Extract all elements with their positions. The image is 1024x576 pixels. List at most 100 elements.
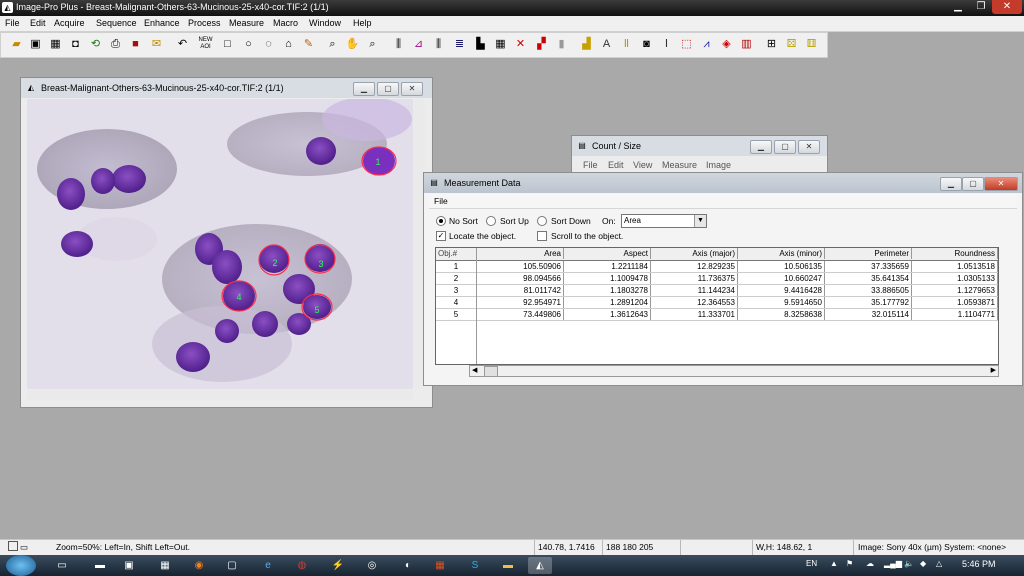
open-icon[interactable]: ▰ [9, 37, 24, 52]
status-checkbox[interactable] [8, 541, 18, 551]
measurement-minimize-button[interactable]: ▁ [940, 177, 962, 191]
winamp-icon[interactable]: ⚡ [326, 557, 350, 574]
table-icon[interactable]: ▙ [473, 37, 488, 52]
count-menu-measure[interactable]: Measure [662, 160, 697, 170]
menu-macro[interactable]: Macro [273, 18, 298, 28]
no-sort-radio[interactable] [436, 216, 446, 226]
histogram-icon[interactable]: ⫼ [391, 37, 406, 52]
image-pro-plus-task-icon[interactable]: ◭ [528, 557, 552, 574]
measurement-close-button[interactable]: ✕ [984, 177, 1018, 191]
line-profile-icon[interactable]: ⊿ [411, 37, 426, 52]
pencil-icon[interactable]: ✎ [301, 37, 316, 52]
flag-icon[interactable]: ⚑ [846, 559, 853, 568]
camera-icon[interactable]: ◘ [68, 37, 83, 52]
arrow-up-icon[interactable]: ▲ [830, 559, 838, 568]
cloud-icon[interactable]: ☁ [866, 559, 874, 568]
image-minimize-button[interactable]: ▁ [353, 82, 375, 96]
image-close-button[interactable]: ✕ [401, 82, 423, 96]
count-minimize-button[interactable]: ▁ [750, 140, 772, 154]
zoom-icon[interactable]: ⌕ [325, 37, 340, 52]
window-icon[interactable]: ▬ [88, 557, 112, 574]
color-icon[interactable]: ▞ [534, 37, 549, 52]
drive-icon[interactable]: △ [936, 559, 942, 568]
measurement-maximize-button[interactable]: ▢ [962, 177, 984, 191]
menu-edit[interactable]: Edit [30, 18, 46, 28]
language-indicator[interactable]: EN [806, 559, 817, 568]
bar-icon[interactable]: ⫼ [431, 37, 446, 52]
network-icon[interactable]: ▣ [117, 557, 141, 574]
volume-icon[interactable]: 🔈 [904, 559, 914, 568]
print-icon[interactable]: ⎙ [108, 37, 123, 52]
moon-icon[interactable]: ◐ [396, 557, 420, 574]
image-horizontal-scrollbar[interactable] [27, 390, 413, 400]
dice-icon[interactable]: ⚄ [784, 37, 799, 52]
scroll-object-checkbox[interactable] [537, 231, 547, 241]
arrange-icon[interactable]: ⊞ [764, 37, 779, 52]
blocks-icon[interactable]: ▟ [579, 37, 594, 52]
menu-help[interactable]: Help [353, 18, 372, 28]
sort-down-radio[interactable] [537, 216, 547, 226]
ellipse-icon[interactable]: ○ [241, 37, 256, 52]
globe-icon[interactable]: ◎ [360, 557, 384, 574]
clock[interactable]: 5:46 PM [962, 559, 996, 569]
count-maximize-button[interactable]: ▢ [774, 140, 796, 154]
calendar-icon[interactable]: ▦ [428, 557, 452, 574]
minimize-button[interactable]: ▁ [946, 0, 970, 14]
save-icon[interactable]: ▣ [28, 37, 43, 52]
x-icon[interactable]: ✕ [513, 37, 528, 52]
image-maximize-button[interactable]: ▢ [377, 82, 399, 96]
measurement-table[interactable]: Obj.# Area Aspect Axis (major) Axis (min… [435, 247, 999, 365]
locate-object-checkbox[interactable]: ✓ [436, 231, 446, 241]
table-row[interactable]: 3 81.011742 1.1803278 11.144234 9.4416428 33.… [436, 285, 998, 297]
cmd-icon[interactable]: ▭ [50, 557, 74, 574]
graph-icon[interactable]: ⩘ [699, 37, 714, 52]
menu-measure[interactable]: Measure [229, 18, 264, 28]
undo-icon[interactable]: ↶ [175, 37, 190, 52]
count-close-button[interactable]: ✕ [798, 140, 820, 154]
hand-icon[interactable]: ✋ [345, 37, 360, 52]
skype-icon[interactable]: S [463, 557, 487, 574]
zoom-out-icon[interactable]: ⌕ [365, 37, 380, 52]
menu-enhance[interactable]: Enhance [144, 18, 180, 28]
menu-acquire[interactable]: Acquire [54, 18, 85, 28]
irregular-icon[interactable]: ◌ [261, 37, 276, 52]
table-row[interactable]: 2 98.094566 1.1009478 11.736375 10.660247 35.… [436, 273, 998, 285]
measure-icon[interactable]: Ⅱ [619, 37, 634, 52]
wifi-signal-icon[interactable]: ▂▄▆ [884, 559, 902, 568]
count-menu-view[interactable]: View [633, 160, 652, 170]
sort-up-radio[interactable] [486, 216, 496, 226]
table-horizontal-scrollbar[interactable]: ◀ ▶ [469, 365, 999, 377]
chevron-down-icon[interactable]: ▼ [694, 215, 706, 227]
book-icon[interactable]: ■ [128, 37, 143, 52]
sort-field-select[interactable]: Area ▼ [621, 214, 707, 228]
count-icon[interactable]: ▦ [493, 37, 508, 52]
folder-icon[interactable]: ▬ [496, 557, 520, 574]
chrome-icon[interactable]: ◍ [290, 557, 314, 574]
table-row[interactable]: 1 105.50906 1.2211184 12.829235 10.506135 37.… [436, 261, 998, 273]
menu-window[interactable]: Window [309, 18, 341, 28]
app-icon[interactable]: ▦ [153, 557, 177, 574]
caliper-icon[interactable]: ◙ [639, 37, 654, 52]
monitor-icon[interactable]: ▢ [220, 557, 244, 574]
grid-icon[interactable]: ▦ [48, 37, 63, 52]
scroll-thumb[interactable] [484, 366, 498, 377]
scroll-right-icon[interactable]: ▶ [991, 366, 996, 374]
stack-icon[interactable]: ≣ [452, 37, 467, 52]
book2-icon[interactable]: ▥ [739, 37, 754, 52]
count-menu-edit[interactable]: Edit [608, 160, 624, 170]
menu-file[interactable]: File [5, 18, 20, 28]
rectangle-icon[interactable]: □ [220, 37, 235, 52]
count-menu-image[interactable]: Image [706, 160, 731, 170]
table-row[interactable]: 5 73.449806 1.3612643 11.333701 8.3258638 32.… [436, 309, 998, 321]
shield-icon[interactable]: ◆ [920, 559, 926, 568]
af-icon[interactable]: A [599, 37, 614, 52]
microscope-image[interactable]: 1 2 3 4 5 [27, 99, 413, 389]
new-aoi-icon[interactable]: NEW AOI [198, 37, 213, 52]
menu-process[interactable]: Process [188, 18, 221, 28]
3d-icon[interactable]: ◈ [719, 37, 734, 52]
table-row[interactable]: 4 92.954971 1.2891204 12.364553 9.5914650 35.… [436, 297, 998, 309]
maximize-button[interactable]: ❐ [970, 0, 992, 14]
ie-icon[interactable]: e [256, 557, 280, 574]
measurement-menu-file[interactable]: File [434, 196, 448, 206]
magic-wand-icon[interactable]: ⌂ [281, 37, 296, 52]
